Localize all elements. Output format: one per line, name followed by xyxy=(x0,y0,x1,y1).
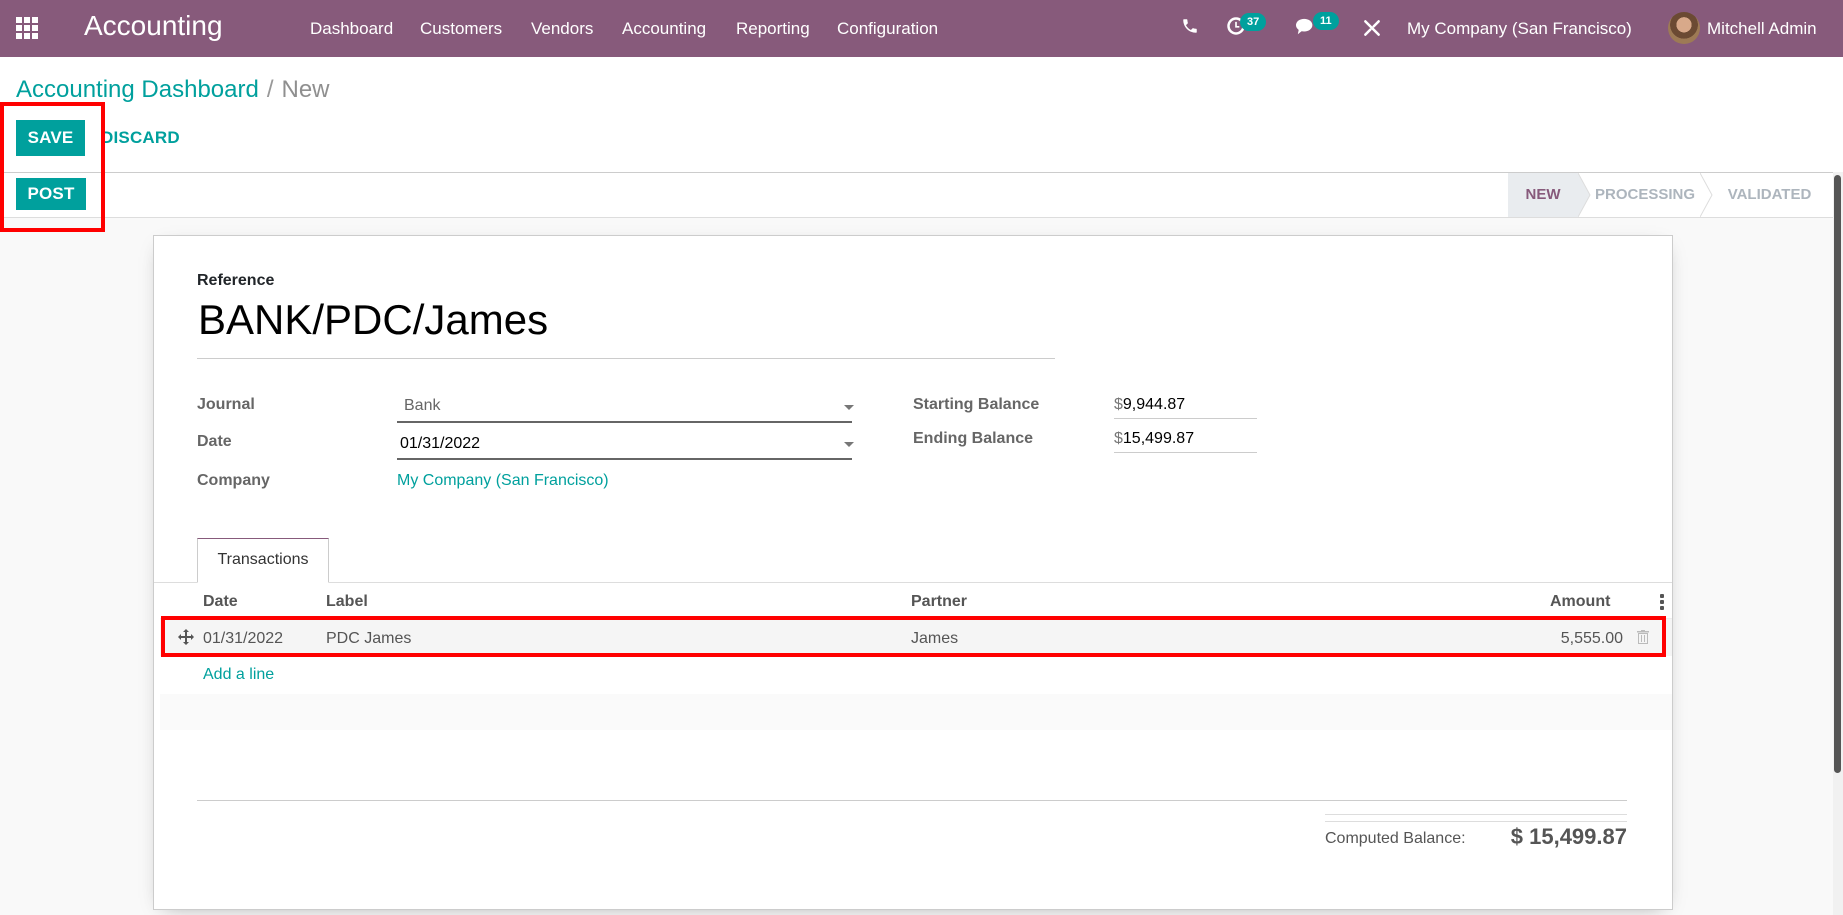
status-bar: NEW PROCESSING VALIDATED xyxy=(0,172,1833,218)
journal-dropdown-caret-icon[interactable] xyxy=(844,405,854,410)
totals-divider xyxy=(1325,814,1627,815)
menu-reporting[interactable]: Reporting xyxy=(736,19,810,39)
starting-balance-input[interactable]: $9,944.87 xyxy=(1114,396,1185,414)
user-menu[interactable]: Mitchell Admin xyxy=(1707,19,1817,39)
reference-underline xyxy=(197,358,1055,359)
starting-balance-value: 9,944.87 xyxy=(1122,396,1186,413)
date-underline xyxy=(397,458,852,460)
app-menu-grid-icon[interactable] xyxy=(16,17,40,39)
date-label: Date xyxy=(197,433,232,450)
stage-new[interactable]: NEW xyxy=(1508,173,1578,217)
column-header-partner[interactable]: Partner xyxy=(911,593,967,611)
menu-customers[interactable]: Customers xyxy=(420,19,502,39)
journal-select[interactable]: Bank xyxy=(404,397,440,415)
column-header-amount[interactable]: Amount xyxy=(1550,593,1610,611)
column-header-date[interactable]: Date xyxy=(203,593,238,611)
scrollbar-thumb[interactable] xyxy=(1834,175,1841,773)
debug-tools-icon[interactable] xyxy=(1362,18,1382,43)
phone-icon[interactable] xyxy=(1181,17,1199,40)
starting-balance-underline xyxy=(1114,418,1257,419)
reference-label: Reference xyxy=(197,272,275,289)
menu-accounting[interactable]: Accounting xyxy=(622,19,706,39)
notebook-tab-divider xyxy=(154,582,1672,583)
message-count-badge: 11 xyxy=(1313,12,1339,30)
footer-divider xyxy=(197,800,1627,801)
app-title: Accounting xyxy=(84,10,223,41)
computed-balance-label: Computed Balance: xyxy=(1325,830,1466,847)
date-dropdown-caret-icon[interactable] xyxy=(844,442,854,447)
breadcrumb-current: New xyxy=(281,76,330,103)
computed-balance-value: $ 15,499.87 xyxy=(1510,824,1627,849)
starting-balance-label: Starting Balance xyxy=(913,396,1040,413)
discard-button[interactable]: DISCARD xyxy=(101,128,180,148)
reference-input[interactable]: BANK/PDC/James xyxy=(198,296,548,344)
menu-configuration[interactable]: Configuration xyxy=(837,19,938,39)
ending-balance-currency: $ xyxy=(1114,430,1123,447)
menu-vendors[interactable]: Vendors xyxy=(531,19,593,39)
company-link[interactable]: My Company (San Francisco) xyxy=(397,472,609,490)
stage-validated[interactable]: VALIDATED xyxy=(1712,173,1827,217)
ending-balance-input[interactable]: $15,499.87 xyxy=(1114,430,1194,448)
column-header-label[interactable]: Label xyxy=(326,593,368,611)
activity-count-badge: 37 xyxy=(1240,13,1267,31)
totals-divider xyxy=(1325,821,1627,822)
empty-table-row xyxy=(160,694,1672,730)
ending-balance-label: Ending Balance xyxy=(913,430,1034,447)
add-a-line-link[interactable]: Add a line xyxy=(203,666,274,684)
menu-dashboard[interactable]: Dashboard xyxy=(310,19,393,39)
highlight-box-transaction-row xyxy=(161,616,1666,657)
ending-balance-value: 15,499.87 xyxy=(1122,430,1195,447)
company-switcher[interactable]: My Company (San Francisco) xyxy=(1407,19,1632,39)
date-input[interactable]: 01/31/2022 xyxy=(400,435,480,453)
ending-balance-underline xyxy=(1114,452,1257,453)
tab-transactions[interactable]: Transactions xyxy=(197,538,329,583)
highlight-box-action-buttons xyxy=(0,102,105,232)
stage-processing[interactable]: PROCESSING xyxy=(1590,173,1700,217)
company-label: Company xyxy=(197,472,270,489)
breadcrumb-parent-link[interactable]: Accounting Dashboard xyxy=(16,76,259,103)
breadcrumb-separator: / xyxy=(266,76,274,103)
journal-label: Journal xyxy=(197,396,255,413)
optional-columns-kebab-icon[interactable] xyxy=(1660,594,1664,610)
form-sheet: Reference BANK/PDC/James Journal Bank Da… xyxy=(153,235,1673,910)
user-avatar[interactable] xyxy=(1668,12,1700,44)
journal-underline xyxy=(397,421,852,423)
breadcrumb: Accounting Dashboard / New xyxy=(16,76,330,104)
top-navbar: Accounting Dashboard Customers Vendors A… xyxy=(0,0,1843,57)
starting-balance-currency: $ xyxy=(1114,396,1123,413)
